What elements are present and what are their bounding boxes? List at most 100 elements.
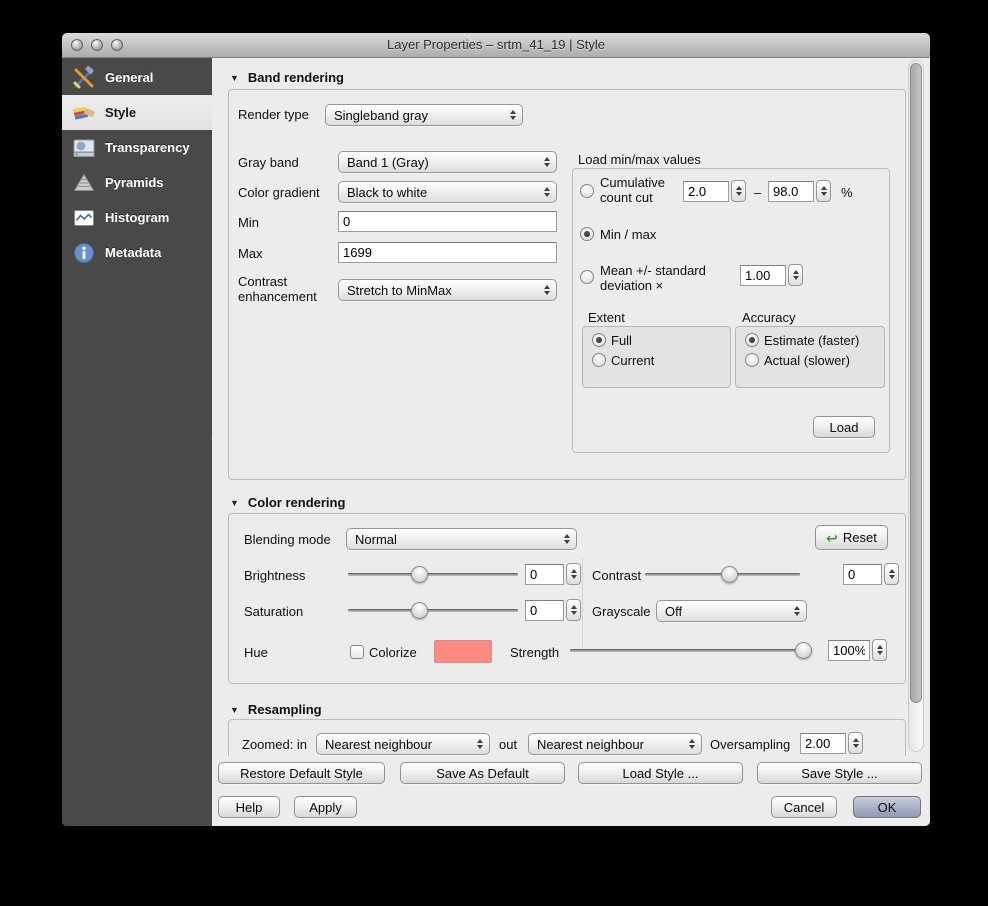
save-style-button[interactable]: Save Style ...: [757, 762, 922, 784]
sidebar-item-label: General: [105, 70, 154, 85]
extent-full-label: Full: [611, 333, 632, 348]
button-label: Load Style ...: [622, 765, 699, 781]
save-as-default-button[interactable]: Save As Default: [400, 762, 565, 784]
colorize-color-swatch[interactable]: [434, 640, 492, 663]
cumulative-count-cut-label: Cumulative count cut: [600, 175, 666, 205]
accuracy-actual-radio[interactable]: [745, 353, 759, 367]
tools-icon: [73, 65, 94, 88]
zoomed-in-dropdown[interactable]: Nearest neighbour: [316, 733, 490, 755]
oversampling-stepper[interactable]: [848, 732, 863, 754]
extent-current-label: Current: [611, 353, 655, 368]
range-dash: –: [754, 185, 762, 200]
zoomed-out-dropdown[interactable]: Nearest neighbour: [528, 733, 702, 755]
strength-input[interactable]: [828, 640, 870, 661]
cumulative-count-cut-radio[interactable]: [580, 184, 594, 198]
extent-current-radio[interactable]: [592, 353, 606, 367]
brightness-input[interactable]: [525, 564, 564, 585]
popup-arrows-icon: [544, 157, 550, 167]
stepper-down-icon: [876, 651, 883, 655]
style-scroll-area: ▼ Band rendering Render type Singleband g…: [212, 58, 930, 756]
color-gradient-dropdown[interactable]: Black to white: [338, 181, 557, 203]
popup-arrows-icon: [689, 739, 695, 749]
gray-band-dropdown[interactable]: Band 1 (Gray): [338, 151, 557, 173]
sidebar-item-metadata[interactable]: Metadata: [62, 235, 212, 270]
sidebar-item-histogram[interactable]: Histogram: [62, 200, 212, 235]
blending-mode-dropdown[interactable]: Normal: [346, 528, 577, 550]
colorize-checkbox[interactable]: [350, 645, 364, 659]
stepper-up-icon: [820, 186, 827, 190]
button-label: Load: [829, 419, 859, 435]
collapse-triangle-icon: ▼: [230, 498, 239, 508]
stddev-input[interactable]: [740, 265, 786, 286]
slider-thumb[interactable]: [411, 566, 429, 583]
contrast-input[interactable]: [843, 564, 882, 585]
brightness-slider[interactable]: [348, 566, 518, 583]
brightness-stepper[interactable]: [566, 563, 581, 585]
colorize-label: Colorize: [369, 645, 417, 660]
saturation-input[interactable]: [525, 600, 564, 621]
popup-arrows-icon: [510, 110, 516, 120]
layer-properties-window: Layer Properties – srtm_41_19 | Style Ge…: [62, 33, 930, 826]
oversampling-label: Oversampling: [710, 737, 791, 752]
contrast-stepper[interactable]: [884, 563, 899, 585]
help-button[interactable]: Help: [218, 796, 280, 818]
dropdown-value: Black to white: [347, 184, 428, 200]
strength-slider[interactable]: [570, 642, 812, 659]
button-label: Apply: [309, 799, 342, 815]
grayscale-dropdown[interactable]: Off: [656, 600, 807, 622]
scrollbar-thumb[interactable]: [910, 63, 922, 703]
close-window-icon[interactable]: [71, 39, 83, 51]
contrast-slider[interactable]: [645, 566, 800, 583]
resampling-header[interactable]: ▼ Resampling: [230, 702, 322, 717]
slider-groove: [348, 609, 518, 612]
sidebar-item-pyramids[interactable]: Pyramids: [62, 165, 212, 200]
stddev-stepper[interactable]: [788, 264, 803, 286]
sidebar-item-style[interactable]: Style: [62, 95, 212, 130]
dropdown-value: Singleband gray: [334, 107, 428, 123]
saturation-slider[interactable]: [348, 602, 518, 619]
min-max-radio[interactable]: [580, 227, 594, 241]
button-label: Reset: [842, 530, 877, 545]
slider-thumb[interactable]: [795, 642, 812, 659]
load-button[interactable]: Load: [813, 416, 875, 438]
strength-stepper[interactable]: [872, 639, 887, 661]
stepper-down-icon: [735, 192, 742, 196]
cumulative-max-stepper[interactable]: [816, 180, 831, 202]
max-input[interactable]: [338, 242, 557, 263]
cumulative-min-stepper[interactable]: [731, 180, 746, 202]
minimize-window-icon[interactable]: [91, 39, 103, 51]
sidebar-item-general[interactable]: General: [62, 60, 212, 95]
color-rendering-header[interactable]: ▼ Color rendering: [230, 495, 345, 510]
load-style-button[interactable]: Load Style ...: [578, 762, 743, 784]
cumulative-min-input[interactable]: [683, 181, 729, 202]
stepper-up-icon: [888, 569, 895, 573]
accuracy-estimate-radio[interactable]: [745, 333, 759, 347]
restore-default-style-button[interactable]: Restore Default Style: [218, 762, 385, 784]
cumulative-max-input[interactable]: [768, 181, 814, 202]
extent-full-radio[interactable]: [592, 333, 606, 347]
contrast-enhancement-dropdown[interactable]: Stretch to MinMax: [338, 279, 557, 301]
band-rendering-header[interactable]: ▼ Band rendering: [230, 70, 344, 85]
vertical-scrollbar[interactable]: [908, 60, 924, 752]
slider-thumb[interactable]: [411, 602, 429, 619]
zoomed-in-label: Zoomed: in: [242, 737, 308, 752]
oversampling-input[interactable]: [800, 733, 846, 754]
min-input[interactable]: [338, 211, 557, 232]
apply-button[interactable]: Apply: [294, 796, 357, 818]
collapse-triangle-icon: ▼: [230, 73, 239, 83]
sidebar-item-transparency[interactable]: Transparency: [62, 130, 212, 165]
ok-button[interactable]: OK: [853, 796, 921, 818]
reset-button[interactable]: ↩ Reset: [815, 525, 888, 550]
mean-stddev-radio[interactable]: [580, 270, 594, 284]
button-label: Cancel: [783, 799, 825, 815]
cancel-button[interactable]: Cancel: [771, 796, 837, 818]
saturation-stepper[interactable]: [566, 599, 581, 621]
titlebar[interactable]: Layer Properties – srtm_41_19 | Style: [62, 33, 930, 58]
stepper-down-icon: [820, 192, 827, 196]
render-type-dropdown[interactable]: Singleband gray: [325, 104, 523, 126]
stepper-up-icon: [570, 569, 577, 573]
slider-thumb[interactable]: [720, 566, 738, 583]
min-max-label: Min / max: [600, 227, 657, 242]
sidebar-item-label: Histogram: [105, 210, 170, 225]
zoom-window-icon[interactable]: [111, 39, 123, 51]
